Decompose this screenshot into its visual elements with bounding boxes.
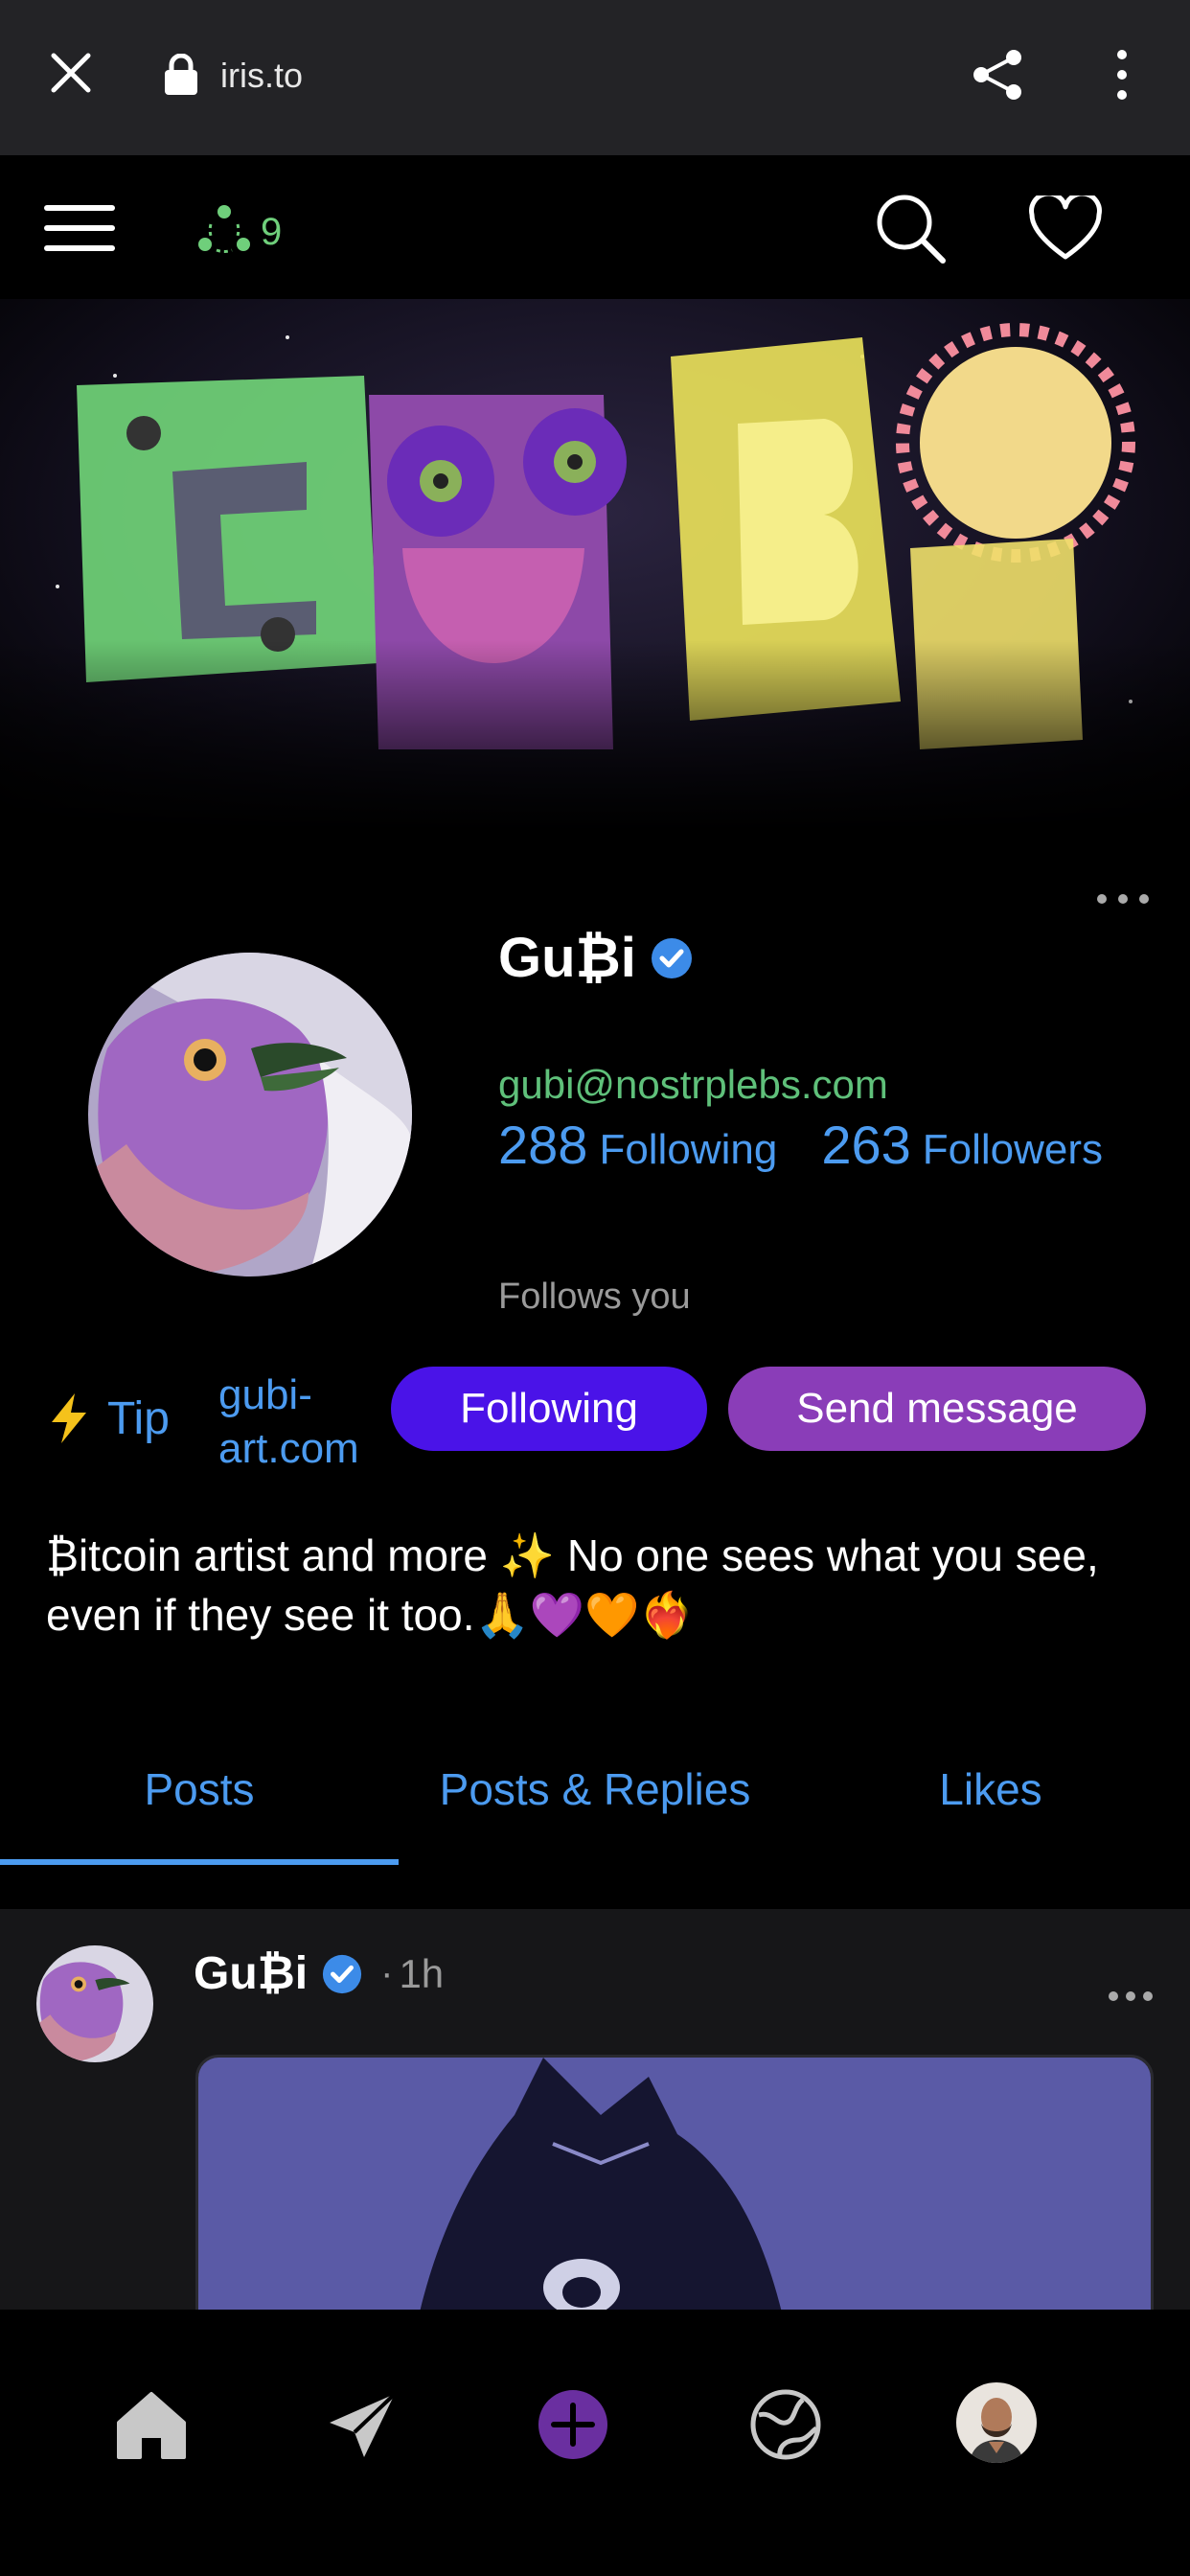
relays-icon[interactable] <box>197 203 251 253</box>
profile-tabs: Posts Posts & Replies Likes <box>0 1735 1190 1865</box>
profile-avatar[interactable] <box>88 953 412 1276</box>
globe-icon[interactable] <box>747 2386 824 2463</box>
post-author-avatar[interactable] <box>36 1945 153 2062</box>
close-icon[interactable] <box>48 50 94 96</box>
tab-posts[interactable]: Posts <box>0 1763 399 1815</box>
profile-banner <box>0 299 1190 832</box>
website-link[interactable]: gubi-art.com <box>218 1368 381 1476</box>
url-text[interactable]: iris.to <box>220 56 303 96</box>
tip-button[interactable]: Tip <box>48 1392 170 1445</box>
post-author-name[interactable]: Gu₿i <box>194 1947 308 2000</box>
followers-label[interactable]: Followers <box>923 1126 1103 1174</box>
send-icon[interactable] <box>324 2386 400 2463</box>
tab-likes[interactable]: Likes <box>791 1763 1190 1815</box>
lock-icon <box>165 54 197 95</box>
following-button[interactable]: Following <box>391 1367 707 1451</box>
post-separator: · <box>380 1952 394 1994</box>
new-post-icon[interactable] <box>535 2386 611 2463</box>
browser-bar: iris.to <box>0 0 1190 155</box>
heart-icon[interactable] <box>1029 196 1102 261</box>
profile-name: Gu₿i <box>498 927 636 989</box>
followers-count[interactable]: 263 <box>821 1114 910 1176</box>
verified-badge-icon <box>651 937 692 978</box>
home-icon[interactable] <box>113 2386 190 2463</box>
banner-fade <box>0 640 1190 832</box>
send-message-button[interactable]: Send message <box>728 1367 1146 1451</box>
search-icon[interactable] <box>874 192 947 264</box>
following-label[interactable]: Following <box>599 1126 777 1174</box>
following-count[interactable]: 288 <box>498 1114 587 1176</box>
relay-count[interactable]: 9 <box>261 211 282 254</box>
active-tab-indicator <box>0 1859 399 1865</box>
post-image[interactable] <box>195 2055 1154 2312</box>
follow-stats: 288 Following 263 Followers <box>498 1114 1103 1176</box>
post-more-icon[interactable] <box>1108 1990 1154 2003</box>
profile-more-icon[interactable] <box>1096 891 1150 907</box>
bottom-nav <box>0 2310 1190 2576</box>
tab-posts-replies[interactable]: Posts & Replies <box>399 1763 791 1815</box>
user-avatar[interactable] <box>956 2382 1037 2463</box>
more-vertical-icon[interactable] <box>1111 48 1133 102</box>
profile-name-row: Gu₿i <box>498 926 694 990</box>
verified-badge-icon <box>323 1954 362 1993</box>
post-card[interactable]: Gu₿i · 1h <box>0 1909 1190 2312</box>
post-timestamp[interactable]: 1h <box>399 1951 444 1997</box>
profile-bio: ₿itcoin artist and more ✨ No one sees wh… <box>46 1530 1099 1640</box>
post-header: Gu₿i · 1h <box>194 1947 444 2000</box>
app-header: 9 <box>0 155 1190 299</box>
follows-you-label: Follows you <box>498 1276 691 1317</box>
tip-label: Tip <box>107 1392 170 1444</box>
lightning-icon <box>52 1393 86 1443</box>
share-icon[interactable] <box>970 46 1027 104</box>
nip05-address: gubi@nostrplebs.com <box>498 1062 888 1107</box>
menu-icon[interactable] <box>44 203 115 253</box>
